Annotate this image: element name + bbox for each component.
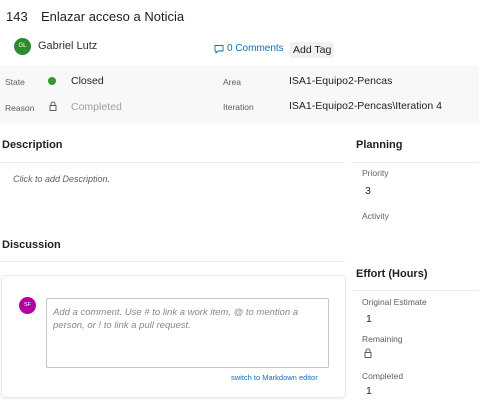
- reason-label: Reason: [5, 103, 35, 113]
- work-item-id: 143: [6, 9, 28, 24]
- priority-label: Priority: [362, 168, 389, 178]
- work-item-header: 143 Enlazar acceso a Noticia GL Gabriel …: [0, 0, 479, 66]
- priority-value[interactable]: 3: [365, 185, 371, 197]
- effort-title: Effort (Hours): [356, 268, 428, 280]
- description-editor[interactable]: Click to add Description.: [13, 174, 110, 184]
- work-item-title[interactable]: Enlazar acceso a Noticia: [41, 9, 184, 24]
- markdown-editor-link[interactable]: switch to Markdown editor: [231, 373, 318, 382]
- comment-icon: [214, 44, 224, 54]
- activity-label: Activity: [362, 211, 389, 221]
- planning-title: Planning: [356, 139, 403, 151]
- activity-field[interactable]: [362, 224, 472, 238]
- area-label: Area: [223, 77, 241, 87]
- iteration-value[interactable]: ISA1-Equipo2-Pencas\Iteration 4: [289, 100, 442, 112]
- comments-link[interactable]: 0 Comments: [214, 43, 284, 54]
- iteration-label: Iteration: [223, 102, 254, 112]
- user-avatar: SF: [19, 297, 36, 314]
- comments-link-label: 0 Comments: [227, 43, 284, 54]
- comment-input[interactable]: Add a comment. Use # to link a work item…: [46, 298, 329, 368]
- discussion-divider: [0, 261, 345, 262]
- completed-label: Completed: [362, 371, 404, 381]
- planning-divider: [353, 162, 479, 163]
- assignee-name[interactable]: Gabriel Lutz: [38, 40, 97, 52]
- effort-divider: [353, 290, 479, 291]
- remaining-label: Remaining: [362, 334, 403, 344]
- completed-value[interactable]: 1: [366, 385, 372, 397]
- lock-icon: [49, 101, 57, 111]
- add-tag-button[interactable]: Add Tag: [290, 42, 335, 58]
- discussion-title: Discussion: [2, 239, 61, 251]
- original-estimate-label: Original Estimate: [362, 297, 427, 307]
- lock-icon: [364, 348, 372, 358]
- original-estimate-value[interactable]: 1: [366, 313, 372, 325]
- state-label: State: [5, 77, 25, 87]
- state-indicator: [48, 77, 56, 85]
- state-value[interactable]: Closed: [71, 75, 104, 87]
- reason-value: Completed: [71, 101, 122, 113]
- description-title: Description: [2, 139, 63, 151]
- assignee-avatar[interactable]: GL: [14, 38, 31, 55]
- description-divider: [0, 162, 345, 163]
- area-value[interactable]: ISA1-Equipo2-Pencas: [289, 75, 392, 87]
